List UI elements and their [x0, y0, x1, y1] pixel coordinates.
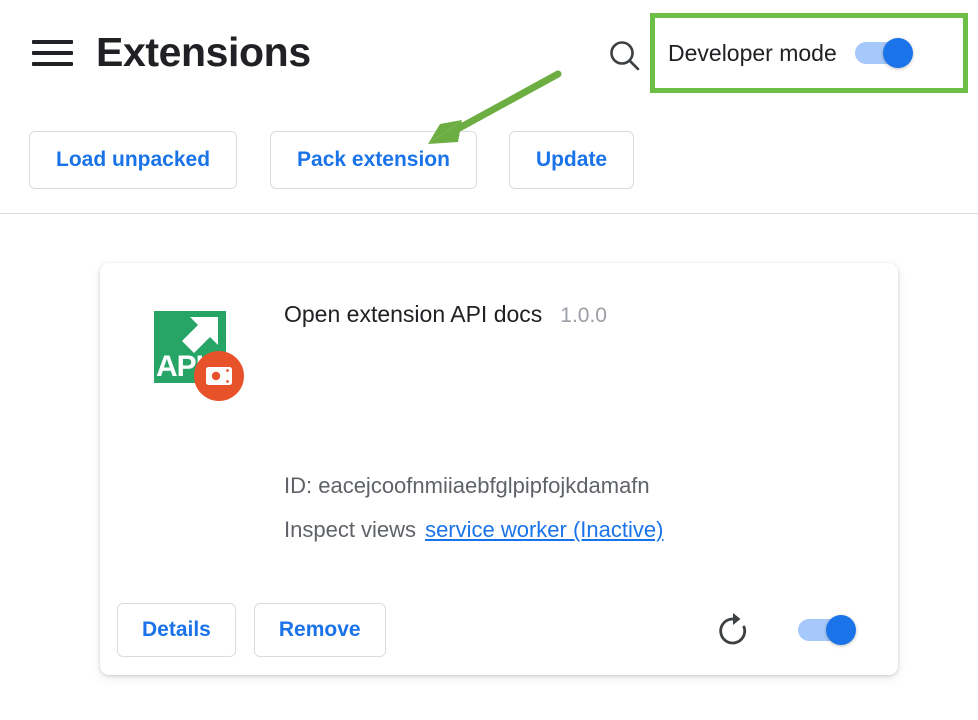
inspect-views-label: Inspect views	[284, 517, 416, 542]
toggle-knob	[883, 38, 913, 68]
reload-icon[interactable]	[713, 611, 753, 651]
extension-name: Open extension API docs	[284, 301, 542, 328]
developer-mode-toggle[interactable]	[855, 38, 913, 68]
inspect-views-row: Inspect views service worker (Inactive)	[284, 515, 663, 545]
menu-bar-2	[32, 51, 73, 55]
page-header: Extensions Developer mode	[0, 0, 978, 105]
service-worker-link[interactable]: service worker (Inactive)	[425, 517, 663, 542]
extension-title-row: Open extension API docs 1.0.0	[284, 301, 607, 328]
page-title: Extensions	[96, 28, 311, 76]
load-unpacked-button[interactable]: Load unpacked	[29, 131, 237, 189]
details-button[interactable]: Details	[117, 603, 236, 657]
extension-card-actions: Details Remove	[117, 603, 386, 657]
extension-enabled-toggle[interactable]	[798, 615, 856, 645]
remove-button[interactable]: Remove	[254, 603, 386, 657]
extension-version: 1.0.0	[560, 304, 607, 328]
extension-id: ID: eacejcoofnmiiaebfglpipfojkdamafn	[284, 471, 650, 501]
extension-icon: API	[154, 311, 250, 407]
menu-bar-3	[32, 62, 73, 66]
extensions-toolbar: Load unpacked Pack extension Update	[29, 131, 634, 189]
update-button[interactable]: Update	[509, 131, 634, 189]
developer-mode-label: Developer mode	[668, 33, 837, 73]
hamburger-menu-icon[interactable]	[24, 33, 80, 73]
search-icon[interactable]	[604, 35, 646, 77]
toggle-knob	[826, 615, 856, 645]
extension-card: API Open extension API docs 1.0.0 ID: ea…	[100, 263, 898, 675]
unpacked-extension-badge-icon	[194, 351, 244, 401]
header-divider	[0, 213, 978, 214]
menu-bar-1	[32, 40, 73, 44]
pack-extension-button[interactable]: Pack extension	[270, 131, 477, 189]
developer-mode-control[interactable]: Developer mode	[668, 33, 913, 73]
